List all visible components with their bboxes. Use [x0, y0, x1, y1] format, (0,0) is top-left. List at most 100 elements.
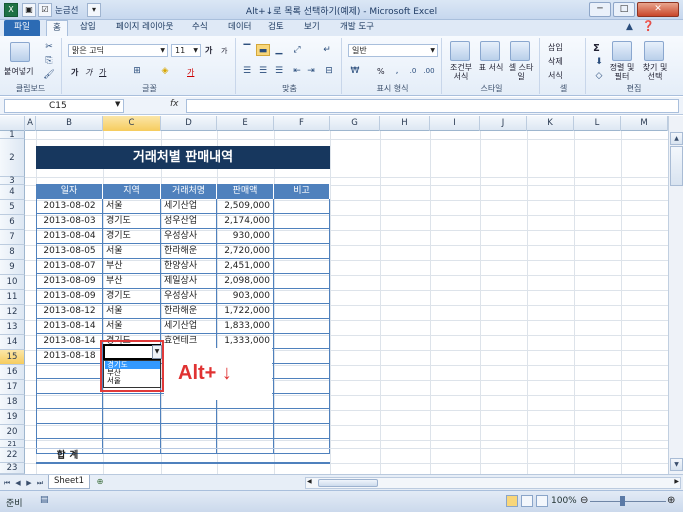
align-top-icon[interactable]: ▔	[240, 44, 254, 56]
cell-styles-button[interactable]: 셀 스타일	[506, 63, 536, 81]
cell-notes[interactable]	[274, 379, 330, 394]
header-date[interactable]: 일자	[36, 184, 103, 199]
cell-date[interactable]: 2013-08-03	[36, 214, 103, 229]
cell-client[interactable]: 효연테크	[161, 334, 217, 349]
column-header[interactable]: H	[380, 116, 430, 131]
sheet-tab-sheet1[interactable]: Sheet1	[48, 475, 90, 489]
minimize-button[interactable]: ─	[589, 2, 611, 17]
cell-sales[interactable]: 1,722,000	[217, 304, 274, 319]
cell-notes[interactable]	[274, 289, 330, 304]
name-box[interactable]: C15	[4, 99, 124, 113]
cell-region[interactable]: 서울	[103, 319, 161, 334]
tab-page-layout[interactable]: 페이지 레이아웃	[110, 20, 179, 36]
cut-icon[interactable]: ✂	[42, 41, 56, 53]
border-icon[interactable]: ⊞	[130, 65, 144, 77]
copy-icon[interactable]: ⎘	[42, 55, 56, 67]
row-header[interactable]: 10	[0, 275, 25, 290]
column-header[interactable]: E	[217, 116, 274, 131]
tab-developer[interactable]: 개발 도구	[334, 20, 380, 36]
percent-button[interactable]: %	[376, 66, 386, 77]
header-notes[interactable]: 비고	[274, 184, 330, 199]
cell-region[interactable]: 부산	[103, 274, 161, 289]
cell-notes[interactable]	[274, 334, 330, 349]
vertical-scrollbar[interactable]: ▲ ▼	[668, 116, 683, 474]
cell-client[interactable]: 우성상사	[161, 229, 217, 244]
cell-date[interactable]: 2013-08-09	[36, 274, 103, 289]
find-select-icon[interactable]	[644, 41, 664, 61]
cell-notes[interactable]	[274, 319, 330, 334]
cell-date[interactable]: 2013-08-04	[36, 229, 103, 244]
cell-region[interactable]: 서울	[103, 304, 161, 319]
last-sheet-icon[interactable]: ⏭	[35, 477, 45, 489]
align-right-icon[interactable]: ☰	[272, 65, 286, 77]
insert-function-icon[interactable]: fx	[170, 99, 179, 109]
cell-client[interactable]: 제일상사	[161, 274, 217, 289]
row-header[interactable]: 18	[0, 395, 25, 410]
insert-cells-button[interactable]: 삽입	[548, 42, 563, 53]
cell-region[interactable]: 서울	[103, 244, 161, 259]
cell-date[interactable]: 2013-08-09	[36, 289, 103, 304]
macro-record-icon[interactable]: ▤	[40, 495, 49, 505]
format-cells-button[interactable]: 서식	[548, 70, 563, 81]
row-header[interactable]: 19	[0, 410, 25, 425]
autosum-button[interactable]: Σ	[592, 42, 601, 55]
row-header[interactable]: 22	[0, 448, 25, 463]
cell-client[interactable]: 우성상사	[161, 289, 217, 304]
cell-region[interactable]: 경기도	[103, 289, 161, 304]
cell-notes[interactable]	[274, 424, 330, 439]
column-header[interactable]: D	[161, 116, 217, 131]
cell-sales[interactable]: 1,833,000	[217, 319, 274, 334]
conditional-format-button[interactable]: 조건부 서식	[446, 63, 476, 81]
cell-sales[interactable]	[217, 439, 274, 454]
cell-date[interactable]: 2013-08-14	[36, 334, 103, 349]
delete-cells-button[interactable]: 삭제	[548, 56, 563, 67]
minimize-ribbon-icon[interactable]: ▲	[626, 22, 633, 32]
column-header[interactable]: I	[430, 116, 480, 131]
insert-sheet-icon[interactable]: ⊕	[92, 476, 108, 488]
fill-color-icon[interactable]: ◈	[158, 65, 172, 77]
cell-region[interactable]	[103, 424, 161, 439]
tab-review[interactable]: 검토	[262, 20, 290, 36]
column-header[interactable]: B	[36, 116, 103, 131]
row-header[interactable]: 5	[0, 200, 25, 215]
row-header[interactable]: 8	[0, 245, 25, 260]
prev-sheet-icon[interactable]: ◀	[13, 477, 23, 489]
tab-home[interactable]: 홈	[46, 20, 68, 36]
paste-icon[interactable]	[10, 42, 30, 62]
align-middle-icon[interactable]: ▬	[256, 44, 270, 56]
zoom-slider[interactable]	[590, 501, 666, 502]
find-select-button[interactable]: 찾기 및 선택	[640, 63, 670, 81]
cell-date[interactable]	[36, 424, 103, 439]
cell-sales[interactable]: 2,451,000	[217, 259, 274, 274]
cell-sales[interactable]: 1,333,000	[217, 334, 274, 349]
align-bottom-icon[interactable]: ▁	[272, 44, 286, 56]
cell-region[interactable]: 부산	[103, 259, 161, 274]
accounting-format-icon[interactable]: ₩	[348, 65, 362, 77]
cell-sales[interactable]: 903,000	[217, 289, 274, 304]
sort-filter-icon[interactable]	[612, 41, 632, 61]
first-sheet-icon[interactable]: ⏮	[2, 477, 12, 489]
column-header[interactable]: J	[480, 116, 527, 131]
number-format-select[interactable]: 일반 ▼	[348, 44, 438, 57]
row-header[interactable]: 9	[0, 260, 25, 275]
row-header[interactable]: 23	[0, 463, 25, 474]
row-header[interactable]: 21	[0, 440, 25, 448]
horizontal-scroll-thumb[interactable]	[318, 479, 378, 487]
cell-styles-icon[interactable]	[510, 41, 530, 61]
zoom-slider-thumb[interactable]	[620, 496, 625, 506]
column-header[interactable]: L	[574, 116, 621, 131]
clear-icon[interactable]: ◇	[592, 70, 606, 82]
help-icon[interactable]: ❓	[642, 21, 654, 32]
tab-formulas[interactable]: 수식	[186, 20, 214, 36]
row-header[interactable]: 20	[0, 425, 25, 440]
name-box-dropdown-icon[interactable]: ▼	[115, 100, 120, 108]
column-header[interactable]: G	[330, 116, 380, 131]
scroll-up-icon[interactable]: ▲	[670, 132, 683, 145]
cell-client[interactable]: 세기산업	[161, 199, 217, 214]
header-region[interactable]: 지역	[103, 184, 161, 199]
cell-sales[interactable]: 2,509,000	[217, 199, 274, 214]
shrink-font-button[interactable]: 가	[220, 45, 228, 57]
cell-notes[interactable]	[274, 304, 330, 319]
cell-client[interactable]: 한라해운	[161, 244, 217, 259]
cell-region[interactable]	[103, 394, 161, 409]
